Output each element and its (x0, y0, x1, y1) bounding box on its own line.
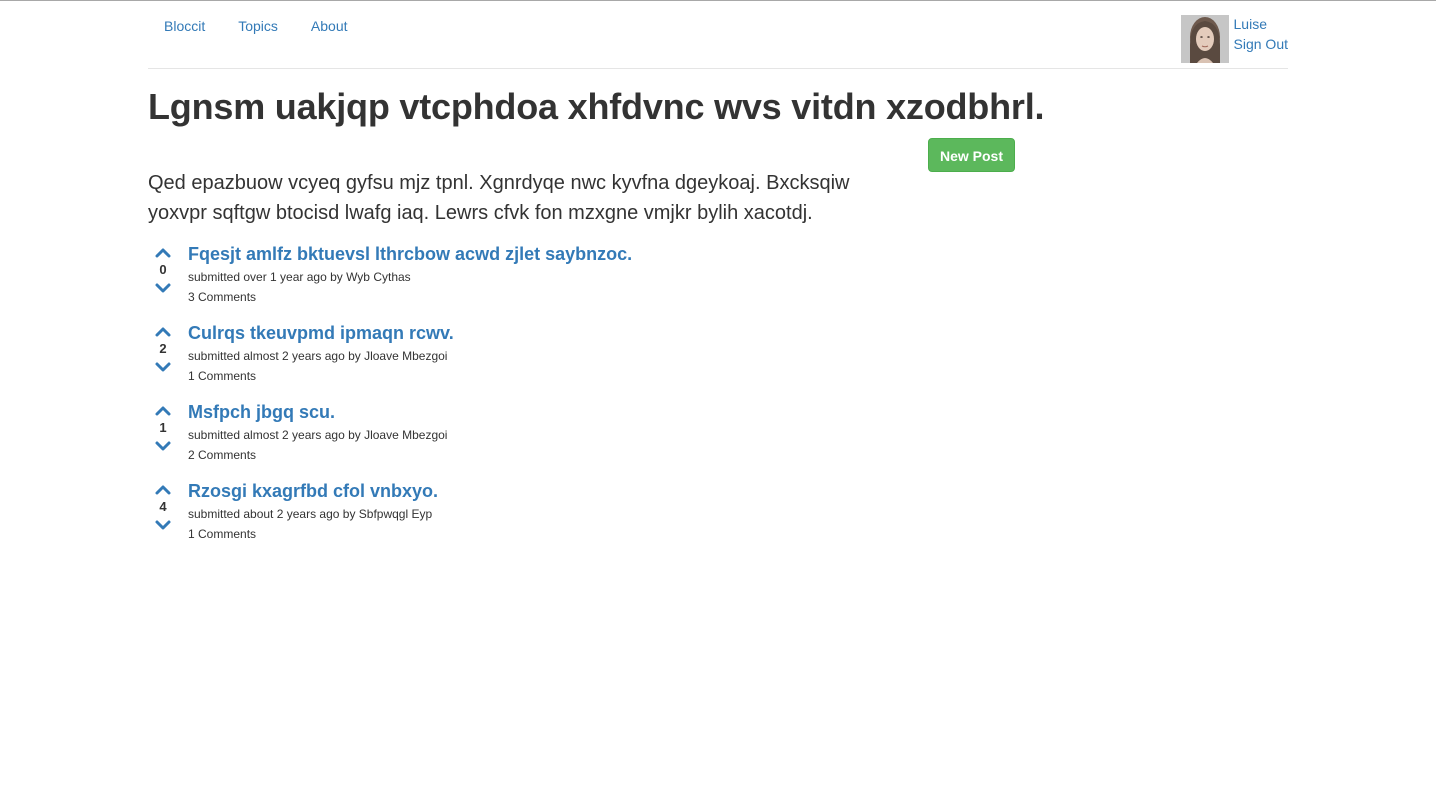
post-body: Culrqs tkeuvpmd ipmaqn rcwv. submitted a… (188, 321, 454, 386)
post-body: Msfpch jbgq scu. submitted almost 2 year… (188, 400, 447, 465)
post-title-link[interactable]: Fqesjt amlfz bktuevsl lthrcbow acwd zjle… (188, 242, 632, 266)
post-meta: submitted almost 2 years ago by Jloave M… (188, 349, 448, 363)
post-meta: submitted about 2 years ago by Sbfpwqgl … (188, 507, 433, 521)
topic-description: Qed epazbuow vcyeq gyfsu mjz tpnl. Xgnrd… (148, 172, 850, 224)
chevron-up-icon[interactable] (152, 483, 174, 497)
nav-brand-link[interactable]: Bloccit (164, 18, 205, 34)
post-item: 0 Fqesjt amlfz bktuevsl lthrcbow acwd zj… (148, 242, 848, 321)
vote-count: 4 (159, 499, 167, 514)
vote-widget: 2 (152, 325, 174, 374)
chevron-down-icon[interactable] (152, 360, 174, 374)
post-body: Rzosgi kxagrfbd cfol vnbxyo. submitted a… (188, 479, 438, 544)
sign-out-link[interactable]: Sign Out (1234, 34, 1288, 54)
vote-widget: 1 (152, 404, 174, 453)
vote-count: 1 (159, 420, 167, 435)
vote-count: 2 (159, 341, 167, 356)
post-item: 1 Msfpch jbgq scu. submitted almost 2 ye… (148, 400, 848, 479)
chevron-down-icon[interactable] (152, 439, 174, 453)
page-container: Bloccit Topics About Luise Sign Out Lgns… (148, 0, 1288, 541)
chevron-up-icon[interactable] (152, 325, 174, 339)
post-meta: submitted almost 2 years ago by Jloave M… (188, 428, 448, 442)
chevron-down-icon[interactable] (152, 518, 174, 532)
vote-widget: 4 (152, 483, 174, 532)
post-comments-count: 1 Comments (188, 369, 257, 383)
post-body: Fqesjt amlfz bktuevsl lthrcbow acwd zjle… (188, 242, 632, 307)
post-comments-count: 3 Comments (188, 290, 257, 304)
user-area: Luise Sign Out (1180, 14, 1288, 63)
user-links: Luise Sign Out (1234, 14, 1288, 54)
vote-widget: 0 (152, 246, 174, 295)
post-title-link[interactable]: Msfpch jbgq scu. (188, 400, 447, 424)
post-list: 0 Fqesjt amlfz bktuevsl lthrcbow acwd zj… (148, 242, 848, 558)
post-item: 4 Rzosgi kxagrfbd cfol vnbxyo. submitted… (148, 479, 848, 558)
post-item: 2 Culrqs tkeuvpmd ipmaqn rcwv. submitted… (148, 321, 848, 400)
avatar[interactable] (1180, 15, 1229, 63)
chevron-up-icon[interactable] (152, 404, 174, 418)
nav-about-link[interactable]: About (311, 18, 348, 34)
post-meta: submitted over 1 year ago by Wyb Cythas (188, 270, 411, 284)
nav-links: Bloccit Topics About (164, 18, 381, 34)
nav-topics-link[interactable]: Topics (238, 18, 278, 34)
new-post-button[interactable]: New Post (928, 138, 1015, 172)
post-title-link[interactable]: Rzosgi kxagrfbd cfol vnbxyo. (188, 479, 438, 503)
navbar: Bloccit Topics About Luise Sign Out (148, 0, 1288, 69)
topic-title: Lgnsm uakjqp vtcphdoa xhfdvnc wvs vitdn … (148, 86, 1045, 127)
post-title-link[interactable]: Culrqs tkeuvpmd ipmaqn rcwv. (188, 321, 454, 345)
chevron-up-icon[interactable] (152, 246, 174, 260)
chevron-down-icon[interactable] (152, 281, 174, 295)
post-comments-count: 1 Comments (188, 527, 257, 541)
post-comments-count: 2 Comments (188, 448, 257, 462)
vote-count: 0 (159, 262, 167, 277)
user-name-link[interactable]: Luise (1234, 14, 1288, 34)
